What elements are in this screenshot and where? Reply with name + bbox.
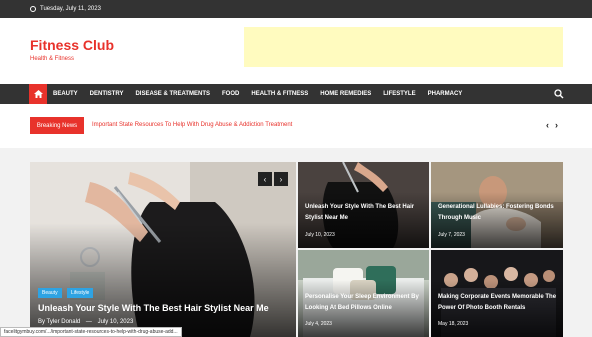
nav-item-dentistry[interactable]: DENTISTRY	[84, 84, 130, 104]
nav-item-food[interactable]: FOOD	[216, 84, 245, 104]
tag-beauty[interactable]: Beauty	[38, 288, 62, 298]
site-header: Fitness Club Health & Fitness	[0, 18, 592, 84]
featured-title[interactable]: Unleash Your Style With The Best Hair St…	[38, 303, 269, 313]
grid-post-4[interactable]: Making Corporate Events Memorable The Po…	[431, 250, 563, 337]
site-title[interactable]: Fitness Club	[30, 37, 114, 53]
post-1-title[interactable]: Unleash Your Style With The Best Hair St…	[305, 202, 425, 224]
post-3-title[interactable]: Personalise Your Sleep Environment By Lo…	[305, 292, 425, 314]
breaking-news-label: Breaking News	[30, 117, 84, 134]
slider-next-icon[interactable]: ›	[274, 172, 288, 186]
featured-date: July 10, 2023	[97, 319, 134, 325]
top-bar: Tuesday, July 11, 2023	[0, 0, 592, 18]
current-date: Tuesday, July 11, 2023	[40, 6, 101, 12]
grid-post-3[interactable]: Personalise Your Sleep Environment By Lo…	[298, 250, 429, 337]
nav-item-lifestyle[interactable]: LIFESTYLE	[377, 84, 421, 104]
post-3-date: July 4, 2023	[305, 321, 332, 327]
ad-banner[interactable]	[244, 27, 563, 67]
breaking-news-headline[interactable]: Important State Resources To Help With D…	[92, 122, 292, 128]
featured-meta: By Tyler Donald — July 10, 2023	[38, 319, 133, 325]
status-bar-url: facelitgymbuy.com/.../important-state-re…	[0, 327, 182, 337]
post-1-date: July 10, 2023	[305, 232, 335, 238]
home-button[interactable]	[29, 84, 47, 104]
featured-author[interactable]: By Tyler Donald	[38, 319, 80, 325]
meta-separator: —	[85, 319, 92, 325]
ticker-next-icon[interactable]: ›	[555, 120, 558, 130]
nav-item-health-fitness[interactable]: HEALTH & FITNESS	[245, 84, 314, 104]
post-4-date: May 18, 2023	[438, 321, 469, 327]
nav-item-home-remedies[interactable]: HOME REMEDIES	[314, 84, 377, 104]
home-icon	[33, 90, 43, 98]
search-icon[interactable]	[554, 89, 564, 99]
slider-prev-icon[interactable]: ‹	[258, 172, 272, 186]
nav-item-pharmacy[interactable]: PHARMACY	[422, 84, 469, 104]
breaking-news-ticker: Breaking News Important State Resources …	[0, 104, 592, 148]
post-4-title[interactable]: Making Corporate Events Memorable The Po…	[438, 292, 558, 314]
clock-icon	[30, 6, 36, 12]
nav-item-beauty[interactable]: BEAUTY	[47, 84, 84, 104]
site-tagline: Health & Fitness	[30, 56, 75, 62]
nav-item-disease-treatments[interactable]: DISEASE & TREATMENTS	[129, 84, 216, 104]
post-2-date: July 7, 2023	[438, 232, 465, 238]
main-nav: BEAUTY DENTISTRY DISEASE & TREATMENTS FO…	[0, 84, 592, 104]
featured-post[interactable]: ‹ › Beauty Lifestyle Unleash Your Style …	[30, 162, 296, 337]
grid-post-1[interactable]: Unleash Your Style With The Best Hair St…	[298, 162, 429, 248]
ticker-prev-icon[interactable]: ‹	[546, 120, 549, 130]
tag-lifestyle[interactable]: Lifestyle	[67, 288, 94, 298]
post-2-title[interactable]: Generational Lullabies: Fostering Bonds …	[438, 202, 558, 224]
grid-post-2[interactable]: Generational Lullabies: Fostering Bonds …	[431, 162, 563, 248]
